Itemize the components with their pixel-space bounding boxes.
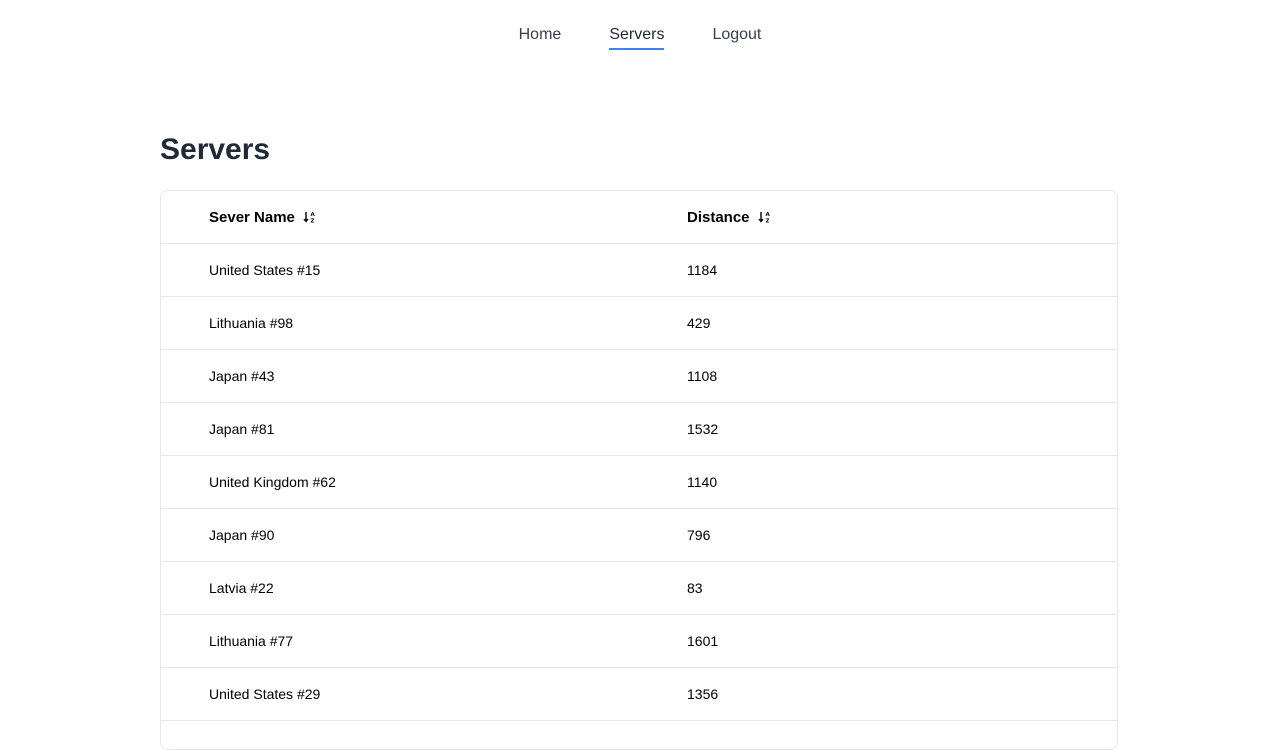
- table-row: Japan #90 796: [161, 509, 1117, 562]
- page-title: Servers: [160, 133, 271, 166]
- header-distance[interactable]: Distance A Z: [687, 209, 1117, 226]
- table-row: Lithuania #98 429: [161, 297, 1117, 350]
- nav-home-link[interactable]: Home: [519, 0, 562, 50]
- distance-cell: 83: [687, 580, 703, 596]
- svg-text:A: A: [310, 212, 315, 218]
- table-row: United States #29 1356: [161, 668, 1117, 721]
- server-name-cell: Latvia #22: [209, 580, 274, 596]
- table-row: United Kingdom #62 1140: [161, 456, 1117, 509]
- svg-text:Z: Z: [310, 219, 314, 225]
- distance-cell: 1140: [687, 474, 718, 490]
- header-distance-label: Distance: [687, 208, 750, 226]
- server-name-cell: Japan #81: [209, 421, 275, 437]
- table-row: Japan #43 1108: [161, 350, 1117, 403]
- table-row: Latvia #22 83: [161, 562, 1117, 615]
- server-name-cell: Lithuania #98: [209, 315, 294, 331]
- sort-ascending-icon[interactable]: A Z: [303, 210, 317, 224]
- svg-text:Z: Z: [765, 219, 769, 225]
- svg-text:A: A: [765, 212, 770, 218]
- sort-ascending-icon[interactable]: A Z: [757, 210, 772, 225]
- header-server-name[interactable]: Sever Name A Z: [161, 209, 687, 226]
- server-name-cell: United States #29: [209, 686, 321, 702]
- servers-table: Sever Name A Z Distance A Z United State…: [160, 190, 1118, 750]
- distance-cell: 1601: [687, 633, 719, 649]
- table-row: Japan #81 1532: [161, 403, 1117, 456]
- table-header-row: Sever Name A Z Distance A Z: [161, 191, 1117, 244]
- distance-cell: 796: [687, 527, 711, 543]
- server-name-cell: United States #15: [209, 262, 321, 278]
- distance-cell: 429: [687, 315, 711, 331]
- table-body: United States #15 1184 Lithuania #98 429 Jap…: [161, 244, 1117, 721]
- header-server-name-label: Sever Name: [209, 208, 295, 226]
- distance-cell: 1356: [687, 686, 719, 702]
- top-nav: Home Servers Logout: [0, 0, 1280, 72]
- nav-logout-link[interactable]: Logout: [712, 0, 761, 50]
- server-name-cell: Japan #43: [209, 368, 275, 384]
- table-row: Lithuania #77 1601: [161, 615, 1117, 668]
- server-name-cell: United Kingdom #62: [209, 474, 336, 490]
- distance-cell: 1532: [687, 421, 719, 437]
- server-name-cell: Lithuania #77: [209, 633, 294, 649]
- server-name-cell: Japan #90: [209, 527, 275, 543]
- nav-servers-link[interactable]: Servers: [609, 0, 665, 50]
- distance-cell: 1184: [687, 262, 718, 278]
- table-row: United States #15 1184: [161, 244, 1117, 297]
- distance-cell: 1108: [687, 368, 718, 384]
